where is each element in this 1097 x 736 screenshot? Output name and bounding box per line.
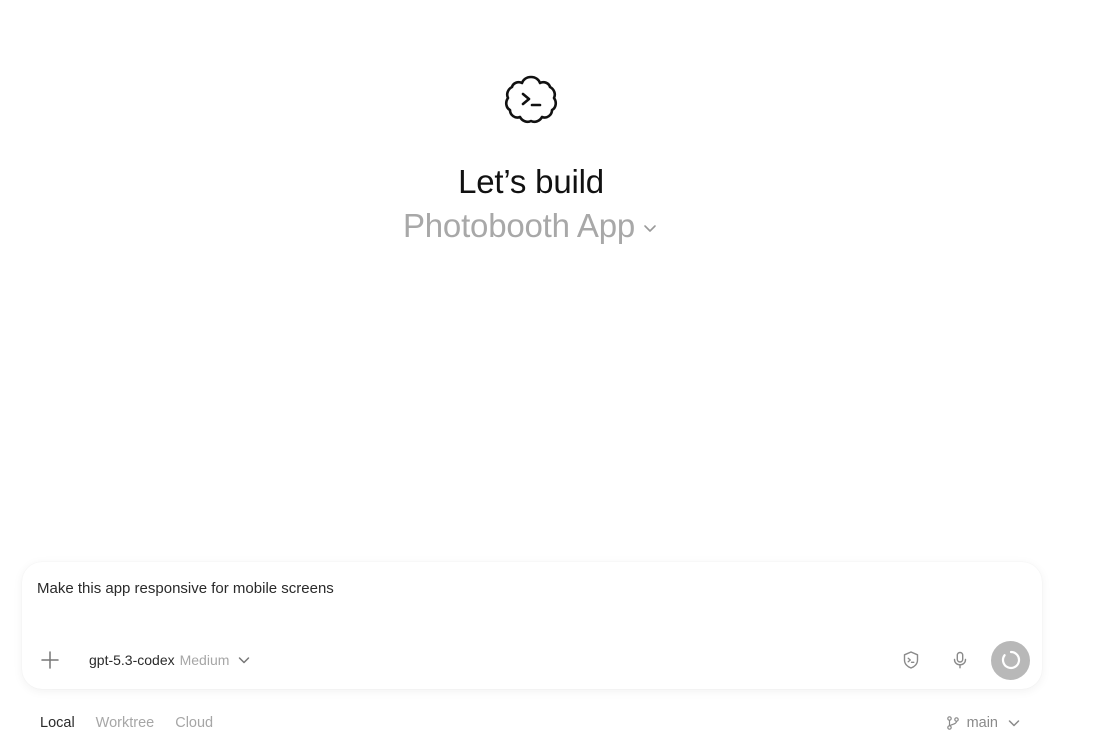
page-title: Let’s build [458, 163, 604, 200]
environment-footer: Local Worktree Cloud main [40, 712, 1021, 734]
mode-tab-worktree[interactable]: Worktree [96, 715, 155, 731]
send-button[interactable] [991, 640, 1030, 680]
prompt-input[interactable]: Make this app responsive for mobile scre… [37, 580, 937, 597]
mode-tab-local[interactable]: Local [40, 715, 75, 731]
chevron-down-icon [1008, 720, 1020, 727]
codex-home-page: Let’s build Photobooth App Make this app… [0, 0, 1097, 736]
loading-spinner-icon [1001, 650, 1020, 670]
project-name: Photobooth App [402, 207, 636, 244]
git-branch-icon [946, 716, 959, 730]
hero: Let’s build Photobooth App [0, 68, 1062, 246]
prompt-composer: Make this app responsive for mobile scre… [22, 562, 1042, 689]
branch-picker[interactable]: main [945, 715, 1021, 731]
plus-icon [41, 651, 59, 669]
terminal-permissions-button[interactable] [896, 645, 926, 675]
terminal-shield-icon [903, 651, 919, 669]
codex-cloud-terminal-icon [504, 75, 558, 124]
branch-name: main [966, 715, 998, 731]
chevron-down-icon [644, 225, 656, 232]
microphone-icon [953, 651, 967, 669]
add-attachment-button[interactable] [36, 646, 64, 674]
reasoning-effort: Medium [179, 652, 230, 668]
model-picker[interactable]: gpt-5.3-codex Medium [89, 652, 251, 668]
mode-tab-cloud[interactable]: Cloud [175, 715, 213, 731]
composer-toolbar: gpt-5.3-codex Medium [36, 640, 1030, 680]
voice-input-button[interactable] [945, 645, 975, 675]
project-picker[interactable]: Photobooth App [403, 206, 659, 246]
model-name: gpt-5.3-codex [89, 652, 175, 668]
chevron-down-icon [239, 657, 250, 664]
